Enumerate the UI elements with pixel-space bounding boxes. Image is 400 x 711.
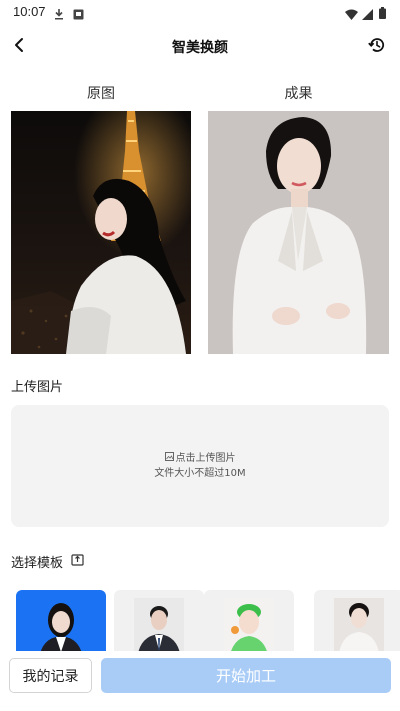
template-list — [16, 590, 400, 660]
upload-hint-line1: 点击上传图片 — [164, 451, 236, 466]
template-1[interactable] — [16, 590, 106, 660]
result-photo — [208, 111, 389, 354]
app-bar: 智美换颜 — [0, 26, 400, 70]
notification-icon — [73, 5, 84, 24]
upload-area[interactable]: 点击上传图片 文件大小不超过10M — [11, 405, 389, 527]
battery-icon — [379, 4, 386, 23]
my-records-button[interactable]: 我的记录 — [9, 658, 92, 693]
upload-hint-text: 点击上传图片 — [175, 453, 236, 464]
templates-section-title: 选择模板 — [11, 556, 64, 571]
share-icon[interactable] — [71, 553, 84, 570]
templates-section-header: 选择模板 — [11, 552, 84, 571]
upload-section-title: 上传图片 — [11, 380, 64, 395]
image-icon — [164, 451, 174, 466]
template-2[interactable] — [114, 590, 204, 660]
page-title: 智美换颜 — [172, 40, 228, 56]
history-button[interactable] — [364, 34, 390, 60]
upload-size-limit: 文件大小不超过10M — [154, 468, 246, 479]
original-label: 原图 — [87, 86, 115, 102]
status-bar: 10:07 — [0, 0, 400, 26]
template-3[interactable] — [204, 590, 294, 660]
status-time: 10:07 — [13, 4, 46, 19]
template-4[interactable] — [314, 590, 400, 660]
original-photo — [11, 111, 191, 354]
signal-icon — [362, 5, 373, 24]
result-label: 成果 — [284, 86, 313, 102]
start-processing-button[interactable]: 开始加工 — [101, 658, 391, 693]
wifi-icon — [345, 5, 358, 24]
bottom-bar: 我的记录 开始加工 — [0, 651, 400, 711]
history-icon — [368, 36, 386, 58]
download-icon — [54, 5, 64, 24]
